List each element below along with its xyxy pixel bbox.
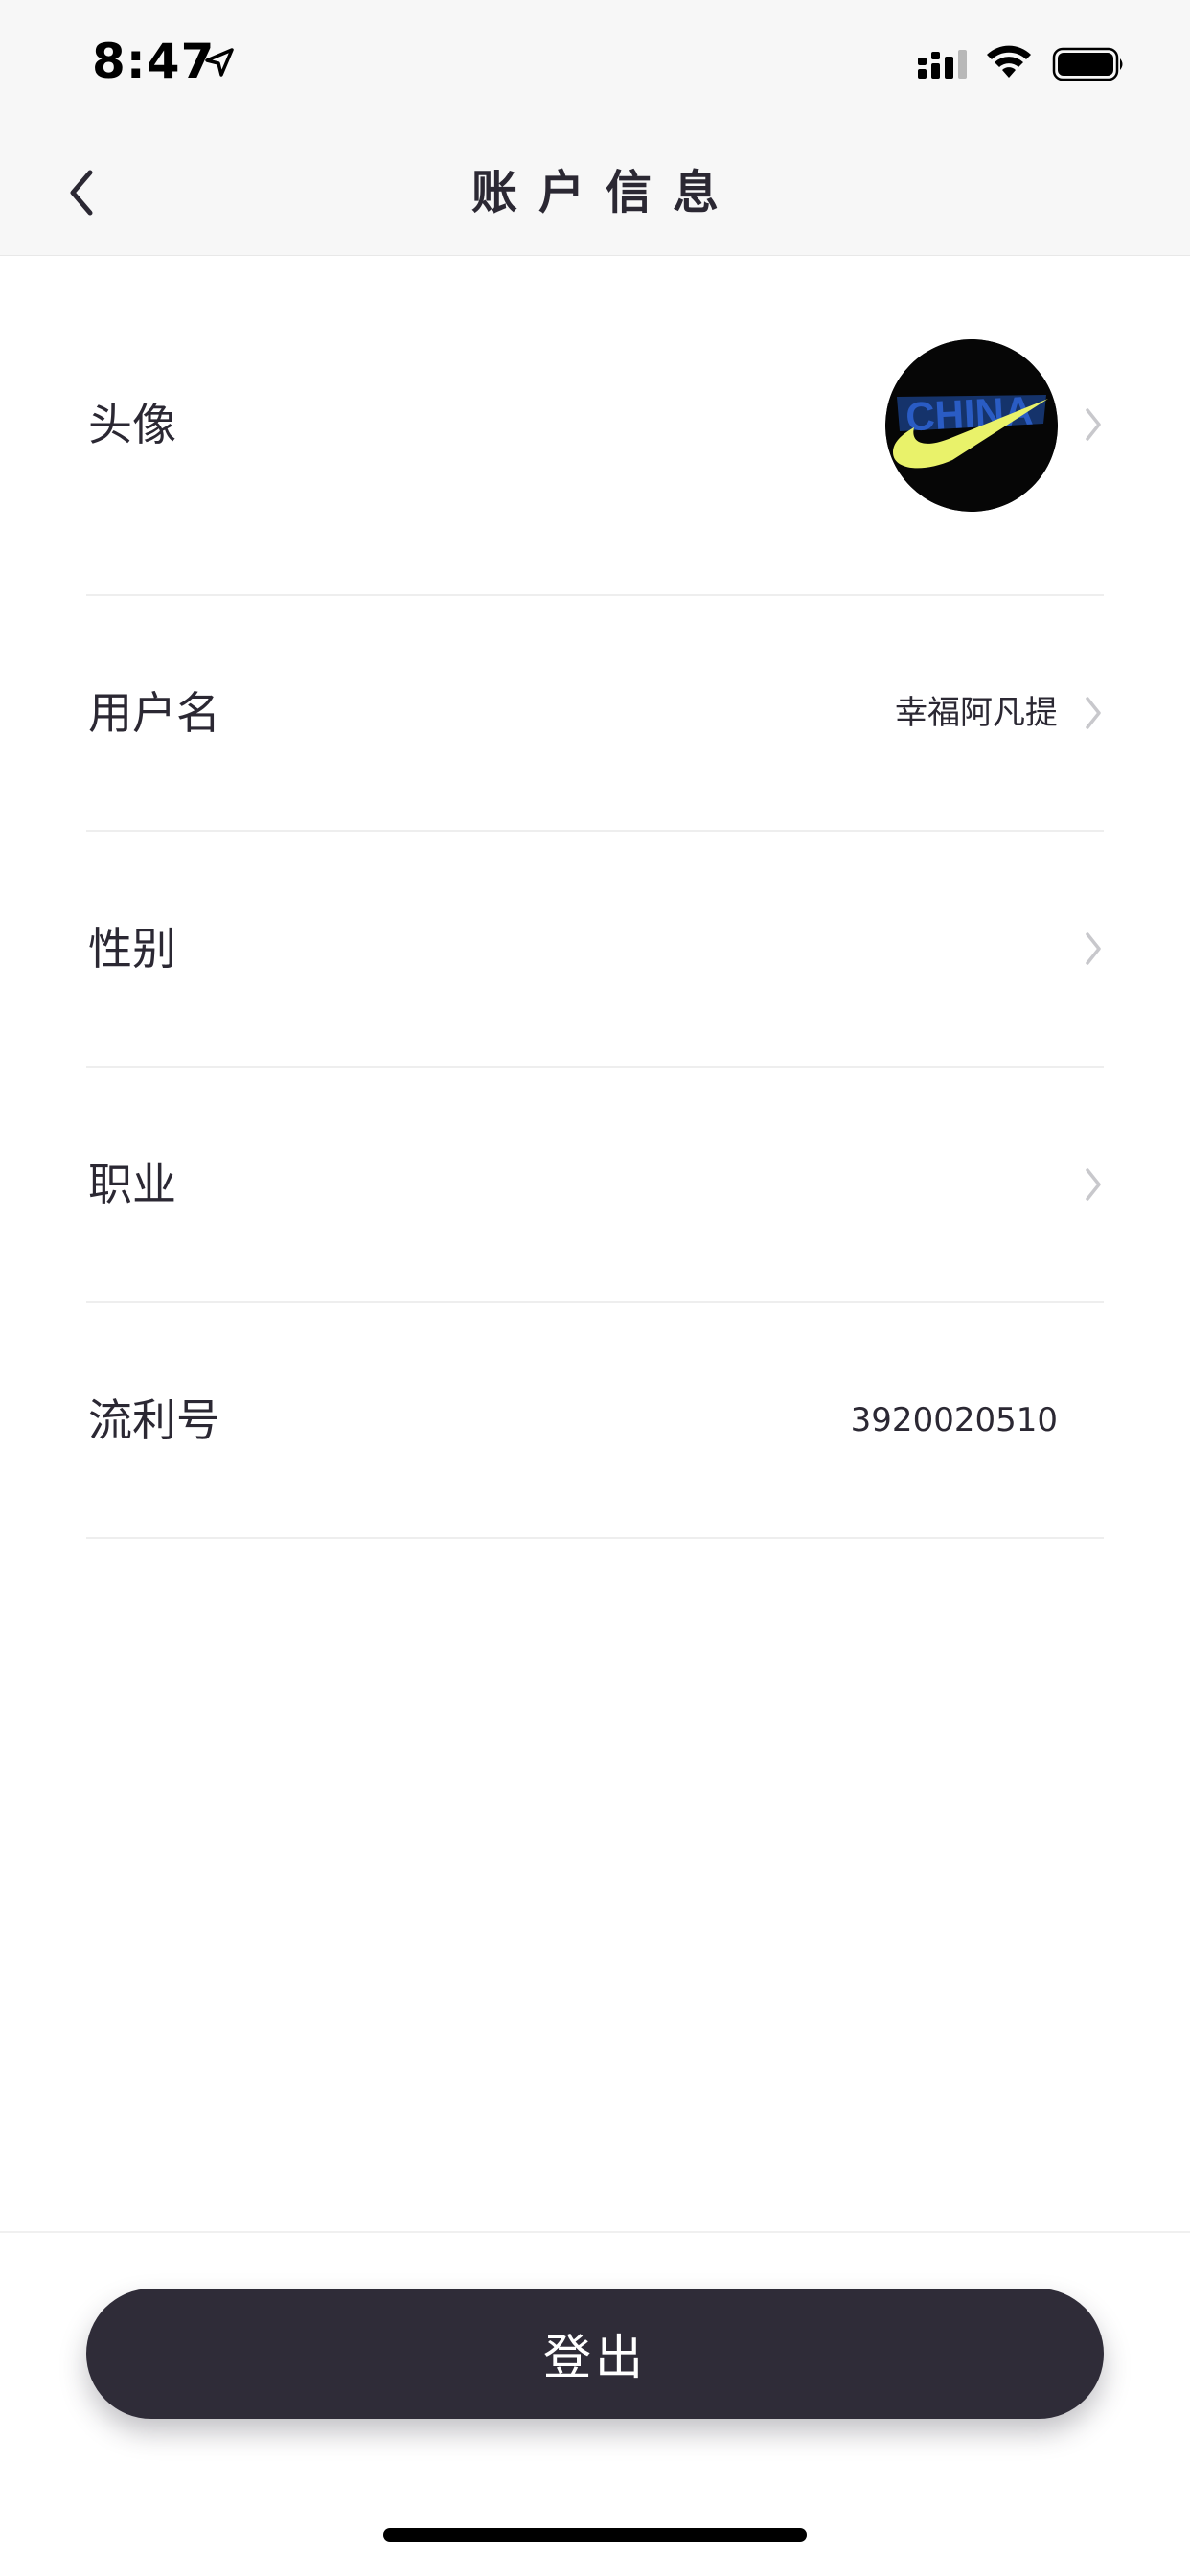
logout-button[interactable]: 登出 [86,2288,1104,2419]
occupation-row[interactable]: 职业 [86,1068,1104,1303]
liuli-id-value: 3920020510 [850,1401,1058,1439]
chevron-right-icon [1086,1168,1101,1201]
row-label-username: 用户名 [88,687,220,739]
chevron-right-icon [1086,408,1101,441]
row-label-liuli-id: 流利号 [88,1394,220,1446]
avatar[interactable]: CHINA [885,339,1058,512]
footer-divider [0,2231,1190,2233]
row-label-occupation: 职业 [88,1159,176,1210]
avatar-row[interactable]: 头像 CHINA [86,255,1104,596]
battery-icon [1052,47,1123,81]
navigation-bar: 账户信息 [0,130,1190,256]
chevron-right-icon [1086,697,1101,729]
gender-row[interactable]: 性别 [86,832,1104,1068]
cellular-signal-icon [918,50,967,79]
chevron-right-icon [1086,932,1101,965]
row-label-gender: 性别 [88,923,176,975]
status-time: 8:47 [92,34,216,89]
username-value: 幸福阿凡提 [895,694,1058,732]
wifi-icon [987,45,1031,78]
avatar-image: CHINA [885,339,1058,512]
username-row[interactable]: 用户名 幸福阿凡提 [86,596,1104,832]
row-label-avatar: 头像 [88,399,176,450]
page-title: 账户信息 [470,166,740,219]
status-bar: 8:47 [0,0,1190,130]
location-arrow-icon [205,48,234,77]
liuli-id-row: 流利号 3920020510 [86,1303,1104,1539]
home-indicator [383,2528,807,2542]
